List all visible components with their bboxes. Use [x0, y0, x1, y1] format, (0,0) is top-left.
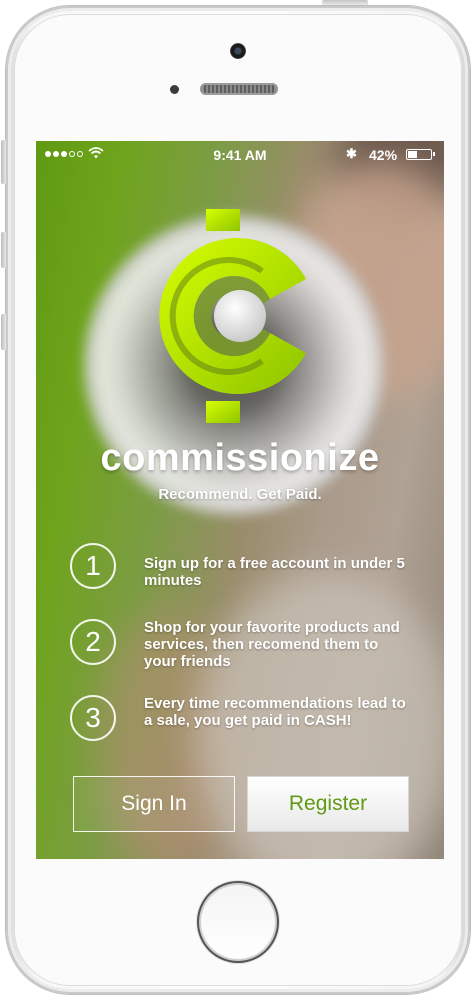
step-number-badge: 1 [70, 543, 116, 589]
step-number-badge: 3 [70, 695, 116, 741]
proximity-sensor [170, 85, 179, 94]
step-2: 2 Shop for your favorite products and se… [70, 619, 400, 670]
power-button [322, 0, 368, 5]
step-description: Shop for your favorite products and serv… [144, 619, 400, 670]
step-3: 3 Every time recommendations lead to a s… [70, 695, 406, 741]
brand-tagline: Recommend. Get Paid. [158, 486, 322, 503]
app-screen: 9:41 AM ✱ 42% commissionize Recommend. G… [36, 141, 444, 859]
home-button[interactable] [197, 881, 279, 963]
front-camera [230, 43, 246, 59]
earpiece-speaker [200, 83, 278, 95]
battery-fill [408, 151, 417, 158]
step-description: Sign up for a free account in under 5 mi… [144, 555, 405, 589]
register-button[interactable]: Register [247, 776, 409, 832]
sign-in-button[interactable]: Sign In [73, 776, 235, 832]
battery-icon [406, 149, 435, 160]
bluetooth-icon: ✱ [346, 146, 357, 161]
battery-percentage: 42% [369, 147, 398, 163]
commissionize-cent-logo [159, 209, 306, 423]
volume-down-button [1, 314, 6, 350]
step-1: 1 Sign up for a free account in under 5 … [70, 543, 405, 589]
step-number-badge: 2 [70, 619, 116, 665]
step-description: Every time recommendations lead to a sal… [144, 695, 406, 729]
brand-name: commissionize [100, 437, 380, 479]
volume-up-button [1, 232, 6, 268]
status-bar: 9:41 AM ✱ 42% [36, 141, 444, 169]
mute-switch [1, 140, 6, 184]
